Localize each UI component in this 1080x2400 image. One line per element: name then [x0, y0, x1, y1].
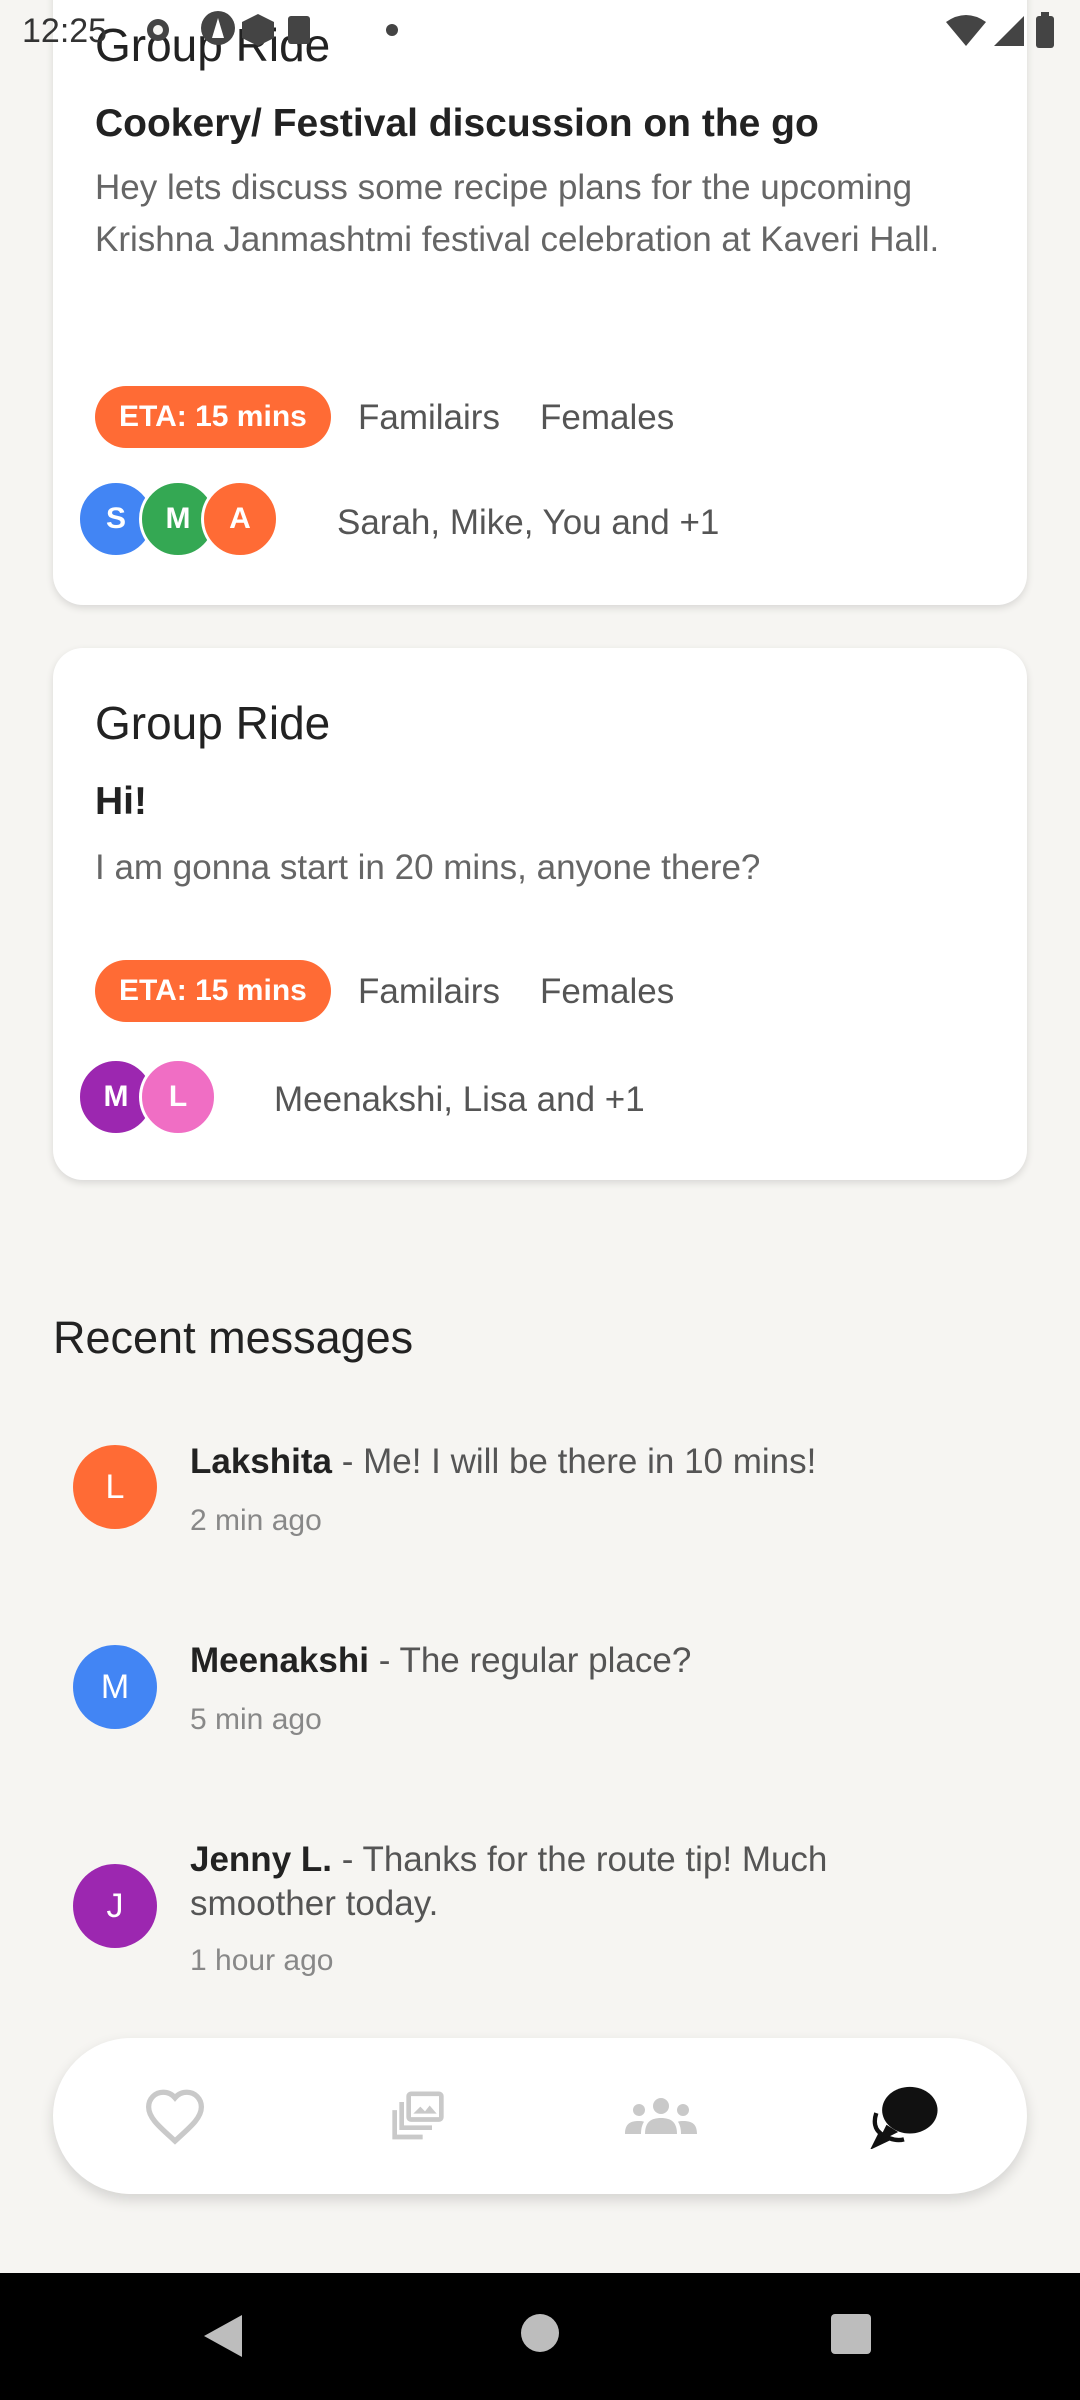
message-time: 1 hour ago	[190, 1944, 334, 1977]
eta-badge: ETA: 15 mins	[95, 386, 331, 448]
avatar: J	[73, 1864, 157, 1948]
sender-name: Meenakshi	[190, 1641, 369, 1680]
sender-name: Jenny L.	[190, 1840, 332, 1879]
system-status-icons	[946, 12, 1054, 48]
tag-females: Females	[540, 398, 675, 437]
participants-text: Sarah, Mike, You and +1	[337, 503, 720, 542]
tab-groups[interactable]	[539, 2038, 782, 2194]
message-time: 5 min ago	[190, 1703, 322, 1736]
tab-favorites[interactable]	[53, 2038, 296, 2194]
message-text: Meenakshi - The regular place?	[190, 1639, 950, 1683]
message-preview: - The regular place?	[368, 1641, 692, 1680]
gallery-icon	[391, 2091, 444, 2140]
heart-icon	[145, 2089, 204, 2145]
avatar: A	[201, 480, 279, 558]
tab-gallery[interactable]	[296, 2038, 539, 2194]
chat-icon	[869, 2086, 938, 2149]
section-title: Recent messages	[53, 1312, 414, 1363]
message-text: Jenny L. - Thanks for the route tip! Muc…	[190, 1838, 950, 1926]
home-icon[interactable]	[520, 2313, 560, 2353]
status-time: 12:25	[22, 12, 108, 50]
message-text: Lakshita - Me! I will be there in 10 min…	[190, 1440, 950, 1484]
group-icon	[624, 2098, 697, 2134]
group-ride-card[interactable]: Group Ride Hi! I am gonna start in 20 mi…	[53, 648, 1027, 1180]
sender-name: Lakshita	[190, 1442, 332, 1481]
tag-females: Females	[540, 972, 675, 1011]
participants-text: Meenakshi, Lisa and +1	[274, 1080, 645, 1119]
card-description: I am gonna start in 20 mins, anyone ther…	[95, 848, 761, 887]
card-title: Group Ride	[95, 697, 331, 749]
message-preview: - Me! I will be there in 10 mins!	[332, 1442, 817, 1481]
message-time: 2 min ago	[190, 1504, 322, 1537]
tag-familiars: Familairs	[358, 972, 500, 1011]
tab-chats[interactable]	[782, 2038, 1025, 2194]
back-icon[interactable]	[200, 2313, 244, 2359]
card-subtitle: Cookery/ Festival discussion on the go	[95, 102, 819, 145]
bottom-tab-bar	[53, 2038, 1027, 2194]
avatar: M	[73, 1645, 157, 1729]
eta-badge: ETA: 15 mins	[95, 960, 331, 1022]
recents-icon[interactable]	[830, 2313, 872, 2355]
card-description: Hey lets discuss some recipe plans for t…	[95, 168, 940, 259]
card-subtitle: Hi!	[95, 780, 147, 823]
avatar: L	[73, 1445, 157, 1529]
notification-icons	[147, 11, 398, 46]
avatar: L	[139, 1058, 217, 1136]
status-bar: 12:25	[0, 0, 1080, 62]
tag-familiars: Familairs	[358, 398, 500, 437]
system-nav-bar	[0, 2273, 1080, 2400]
group-ride-card[interactable]: Group Ride Cookery/ Festival discussion …	[53, 0, 1027, 605]
